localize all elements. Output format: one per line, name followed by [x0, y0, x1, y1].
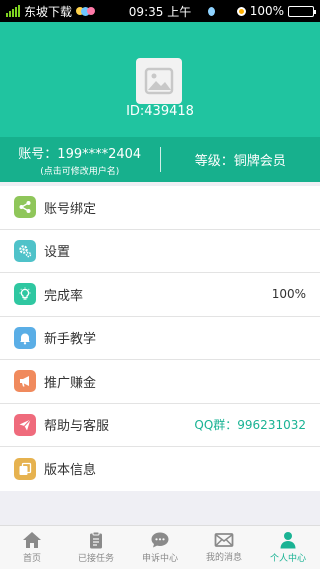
menu-item-label: 设置 — [44, 245, 71, 261]
copy-icon — [14, 457, 36, 480]
balloon-icon — [207, 6, 215, 16]
menu-item-help[interactable]: 帮助与客服 QQ群：996231032 — [0, 404, 320, 447]
bottom-tab-bar: 首页 已接任务 申诉中心 我的消息 个人中心 — [0, 525, 320, 569]
account-info-bar: 账号：199****2404 (点击可修改用户名) 等级：铜牌会员 — [0, 137, 320, 182]
battery-percent: 100% — [249, 4, 284, 18]
menu-item-label: 推广赚金 — [44, 375, 97, 391]
user-id: ID:439418 — [126, 104, 194, 119]
menu-item-label: 账号绑定 — [44, 201, 97, 217]
tab-my-messages[interactable]: 我的消息 — [192, 526, 256, 569]
mail-icon — [214, 533, 234, 547]
location-icon — [236, 6, 246, 16]
avatar[interactable] — [136, 58, 182, 104]
send-icon — [14, 413, 36, 436]
tab-home[interactable]: 首页 — [0, 526, 64, 569]
menu-item-tutorial[interactable]: 新手教学 — [0, 317, 320, 360]
user-icon — [280, 532, 296, 549]
menu-item-account-binding[interactable]: 账号绑定 — [0, 186, 320, 230]
tab-label: 申诉中心 — [141, 554, 178, 564]
tab-personal-center[interactable]: 个人中心 — [256, 526, 320, 569]
status-bar: 东坡下载 09:35 上午 100% — [0, 0, 320, 22]
menu-item-label: 完成率 — [44, 288, 84, 304]
tab-label: 个人中心 — [269, 554, 306, 564]
tab-label: 已接任务 — [77, 554, 114, 564]
gear-icon — [14, 239, 36, 262]
completion-rate-value: 100% — [271, 287, 306, 302]
home-icon — [23, 532, 41, 548]
megaphone-icon — [14, 370, 36, 393]
info-divider — [159, 147, 161, 172]
menu-item-settings[interactable]: 设置 — [0, 230, 320, 273]
carrier-name: 东坡下载 — [24, 4, 73, 19]
menu-item-label: 新手教学 — [44, 332, 97, 348]
tab-label: 我的消息 — [205, 553, 242, 563]
menu-item-label: 帮助与客服 — [44, 419, 110, 435]
battery-icon — [288, 5, 316, 17]
chat-icon — [151, 532, 169, 548]
level-label: 等级：铜牌会员 — [194, 154, 286, 169]
menu-item-promotion[interactable]: 推广赚金 — [0, 360, 320, 404]
tab-accepted-tasks[interactable]: 已接任务 — [64, 526, 128, 569]
account-hint: (点击可修改用户名) — [40, 166, 120, 177]
image-placeholder-icon — [144, 67, 174, 95]
tab-label: 首页 — [22, 554, 41, 564]
level-cell: 等级：铜牌会员 — [161, 137, 320, 182]
bell-icon — [14, 326, 36, 349]
settings-menu: 账号绑定 设置 完成率 100% 新手教学 推广赚金 帮助与客服 QQ群：996… — [0, 186, 320, 491]
cloud-icon — [76, 6, 96, 16]
lightbulb-icon — [14, 283, 36, 306]
share-icon — [14, 196, 36, 219]
qq-group-value[interactable]: QQ群：996231032 — [194, 416, 306, 433]
menu-item-completion-rate[interactable]: 完成率 100% — [0, 273, 320, 317]
account-cell[interactable]: 账号：199****2404 (点击可修改用户名) — [0, 137, 160, 182]
status-left: 东坡下载 — [6, 3, 208, 20]
status-right: 100% — [207, 4, 316, 18]
clipboard-icon — [90, 531, 102, 549]
tab-appeal-center[interactable]: 申诉中心 — [128, 526, 192, 569]
profile-header: ID:439418 — [0, 22, 320, 137]
menu-item-label: 版本信息 — [44, 463, 97, 479]
menu-item-version[interactable]: 版本信息 — [0, 447, 320, 491]
account-label: 账号：199****2404 — [18, 146, 142, 162]
signal-icon — [6, 5, 20, 17]
